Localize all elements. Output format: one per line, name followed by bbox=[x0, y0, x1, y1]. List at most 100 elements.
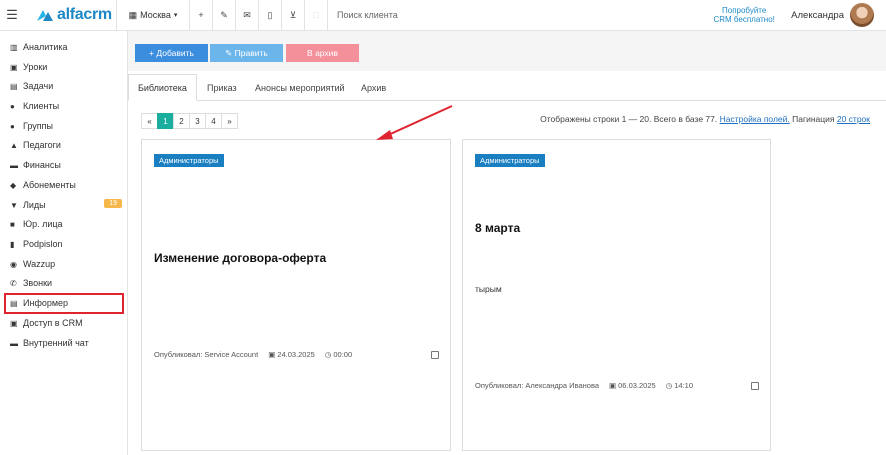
tab-event-announcements[interactable]: Анонсы мероприятий bbox=[246, 74, 354, 101]
document-icon: ▮ bbox=[10, 239, 15, 249]
sidebar-item-legal-entities[interactable]: ■ Юр. лица bbox=[10, 216, 122, 232]
published-by: Опубликовал: Service Account bbox=[154, 350, 259, 359]
phone-icon: ✆ bbox=[10, 278, 17, 288]
sidebar-item-label: Podpislon bbox=[23, 239, 63, 249]
leads-count-badge: 19 bbox=[104, 199, 122, 208]
envelope-icon[interactable]: ✉ bbox=[236, 0, 258, 31]
menu-icon[interactable]: ☰ bbox=[0, 0, 24, 31]
logo[interactable]: alfacrm bbox=[36, 6, 116, 24]
sidebar-item-tasks[interactable]: ▤ Задачи bbox=[10, 78, 122, 94]
sidebar-item-label: Финансы bbox=[23, 160, 61, 170]
informer-card[interactable]: Администраторы 8 марта тырым Опубликовал… bbox=[462, 139, 771, 451]
informer-highlight-box bbox=[4, 293, 124, 314]
informer-card[interactable]: Администраторы Изменение договора-оферта… bbox=[141, 139, 451, 451]
promo-line-2: CRM бесплатно! bbox=[713, 15, 775, 24]
sidebar-item-label: Юр. лица bbox=[23, 219, 63, 229]
pagination: « 1 2 3 4 » bbox=[141, 113, 238, 129]
sidebar-item-calls[interactable]: ✆ Звонки bbox=[10, 275, 122, 291]
audience-tag: Администраторы bbox=[154, 154, 224, 167]
sidebar-item-label: Аналитика bbox=[23, 42, 68, 52]
promo-link[interactable]: Попробуйте CRM бесплатно! bbox=[707, 6, 781, 24]
publish-date: 06.03.2025 bbox=[618, 381, 656, 390]
whatsapp-icon: ◉ bbox=[10, 259, 17, 269]
sidebar-item-label: Группы bbox=[23, 121, 53, 131]
sidebar-item-label: Лиды bbox=[23, 200, 46, 210]
sidebar-item-crm-access[interactable]: ▣ Доступ в CRM bbox=[10, 315, 122, 331]
page-4-button[interactable]: 4 bbox=[205, 113, 222, 129]
card-title: 8 марта bbox=[475, 221, 521, 235]
sidebar-item-teachers[interactable]: ▲ Педагоги bbox=[10, 137, 122, 153]
clock-icon: ◷ bbox=[665, 381, 673, 390]
sidebar-item-label: Педагоги bbox=[23, 140, 61, 150]
field-settings-link[interactable]: Настройка полей. bbox=[720, 114, 790, 124]
sidebar-item-label: Задачи bbox=[23, 81, 54, 91]
sidebar-item-label: Wazzup bbox=[23, 259, 56, 269]
page-1-button[interactable]: 1 bbox=[157, 113, 174, 129]
sidebar-item-label: Внутренний чат bbox=[23, 338, 89, 348]
sidebar-item-leads[interactable]: ▼ Лиды 19 bbox=[10, 197, 122, 213]
logo-icon bbox=[37, 10, 53, 21]
promo-line-1: Попробуйте bbox=[722, 6, 767, 15]
sidebar-item-podpislon[interactable]: ▮ Podpislon bbox=[10, 236, 122, 252]
card-meta: Опубликовал: Александра Иванова ▣ 06.03.… bbox=[475, 381, 761, 390]
sidebar-item-clients[interactable]: ● Клиенты bbox=[10, 98, 122, 114]
cart-icon[interactable]: ⊻ bbox=[282, 0, 304, 31]
sidebar-item-analytics[interactable]: ▥ Аналитика bbox=[10, 39, 122, 55]
clock-icon: ◷ bbox=[324, 350, 332, 359]
page-3-button[interactable]: 3 bbox=[189, 113, 206, 129]
sidebar-item-subscriptions[interactable]: ◆ Абонементы bbox=[10, 177, 122, 193]
card-title: Изменение договора-оферта bbox=[154, 251, 327, 265]
select-checkbox[interactable] bbox=[751, 382, 759, 390]
building-icon: ▦ bbox=[128, 9, 138, 20]
mobile-icon[interactable]: ▯ bbox=[259, 0, 281, 31]
logo-text: alfacrm bbox=[57, 6, 112, 23]
edit-button[interactable]: ✎ Править bbox=[210, 44, 283, 62]
sidebar-item-internal-chat[interactable]: ▬ Внутренний чат bbox=[10, 335, 122, 351]
published-by: Опубликовал: Александра Иванова bbox=[475, 381, 600, 390]
sidebar-item-groups[interactable]: ● Группы bbox=[10, 118, 122, 134]
add-button[interactable]: + Добавить bbox=[135, 44, 208, 62]
calendar-icon: ▣ bbox=[10, 62, 18, 72]
sidebar-item-label: Звонки bbox=[23, 278, 53, 288]
plus-icon[interactable]: + bbox=[190, 0, 212, 31]
tab-library[interactable]: Библиотека bbox=[128, 74, 197, 101]
action-bar: + Добавить ✎ Править В архив bbox=[128, 31, 886, 71]
wrench-icon[interactable]: ✎ bbox=[213, 0, 235, 31]
main-content: + Добавить ✎ Править В архив Библиотека … bbox=[128, 31, 886, 455]
sidebar-item-label: Абонементы bbox=[23, 180, 76, 190]
prev-page-button[interactable]: « bbox=[141, 113, 158, 129]
user-icon: ● bbox=[10, 101, 15, 111]
select-checkbox[interactable] bbox=[431, 351, 439, 359]
archive-button[interactable]: В архив bbox=[286, 44, 359, 62]
user-menu[interactable]: Александра bbox=[791, 3, 874, 27]
user-name: Александра bbox=[791, 9, 844, 21]
sidebar-item-wazzup[interactable]: ◉ Wazzup bbox=[10, 256, 122, 272]
rows-count-text: Отображены строки 1 — 20. Всего в базе 7… bbox=[540, 114, 718, 124]
sidebar-item-label: Доступ в CRM bbox=[23, 318, 83, 328]
publish-time: 00:00 bbox=[333, 350, 353, 359]
tasks-icon: ▤ bbox=[10, 81, 18, 91]
sidebar-item-finance[interactable]: ▬ Финансы bbox=[10, 157, 122, 173]
next-page-button[interactable]: » bbox=[221, 113, 238, 129]
card-body: тырым bbox=[475, 284, 502, 294]
money-icon: ▬ bbox=[10, 160, 18, 170]
page-2-button[interactable]: 2 bbox=[173, 113, 190, 129]
users-icon: ● bbox=[10, 121, 15, 131]
card-meta: Опубликовал: Service Account ▣ 24.03.202… bbox=[154, 350, 440, 359]
top-bar: ☰ alfacrm ▦ Москва ▾ + ✎ ✉ ▯ ⊻ □ Поиск к… bbox=[0, 0, 886, 31]
tab-archive[interactable]: Архив bbox=[352, 74, 395, 101]
calendar-icon: ▣ bbox=[609, 381, 617, 390]
calendar-icon: ▣ bbox=[268, 350, 276, 359]
sidebar: ▥ Аналитика ▣ Уроки ▤ Задачи ● Клиенты ● Груп… bbox=[0, 31, 128, 455]
tab-bar: Библиотека Приказ Анонсы мероприятий Арх… bbox=[128, 74, 886, 101]
search-input[interactable]: Поиск клиента bbox=[328, 0, 707, 31]
audience-tag: Администраторы bbox=[475, 154, 545, 167]
rows-per-page-link[interactable]: 20 строк bbox=[837, 114, 870, 124]
avatar[interactable] bbox=[850, 3, 874, 27]
city-selector[interactable]: ▦ Москва ▾ bbox=[117, 0, 189, 31]
sidebar-item-label: Уроки bbox=[23, 62, 48, 72]
sidebar-item-lessons[interactable]: ▣ Уроки bbox=[10, 59, 122, 75]
pagination-label: Пагинация bbox=[792, 114, 835, 124]
tab-order[interactable]: Приказ bbox=[198, 74, 246, 101]
publish-time: 14:10 bbox=[674, 381, 694, 390]
